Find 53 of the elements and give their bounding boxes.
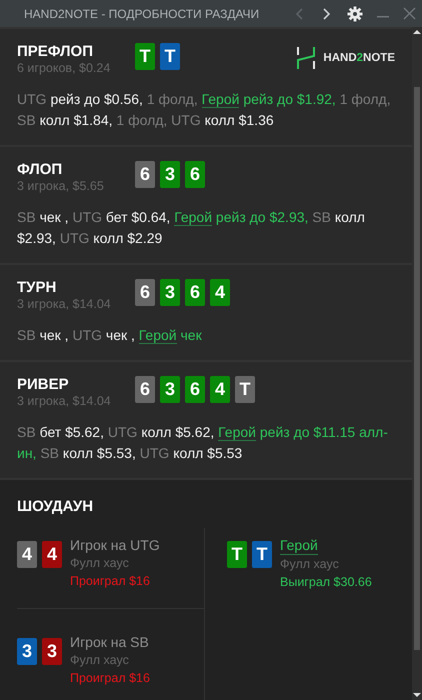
card: 4: [210, 279, 230, 306]
hand-rank: Фулл хаус: [70, 652, 130, 669]
card: 6: [185, 161, 205, 188]
card: 4: [17, 541, 37, 568]
action-text: UTG рейз до $0.56, 1 фолд, Герой рейз до $1.92, 1 фолд, SB колл $1.84, 1 фолд, UTG колл $1.36: [17, 90, 392, 130]
card: 4: [210, 376, 230, 403]
card: 6: [135, 161, 155, 188]
street-title: ПРЕФЛОП: [17, 43, 94, 61]
scroll-down-icon[interactable]: [413, 692, 421, 698]
card: 6: [135, 376, 155, 403]
card: T: [235, 376, 255, 403]
street-info: 3 игрока, $5.65: [17, 179, 105, 194]
street-info: 6 игроков, $0.24: [17, 61, 112, 76]
logo-text: HAND2NOTE: [323, 52, 395, 64]
scrollbar[interactable]: [412, 27, 422, 700]
hand-rank: Фулл хаус: [70, 555, 130, 572]
card: T: [252, 541, 272, 568]
result-text: Выиграл $30.66: [280, 574, 372, 591]
street-title: ТУРН: [17, 279, 58, 297]
hero-link[interactable]: Герой: [218, 424, 256, 441]
settings-icon[interactable]: [347, 6, 363, 22]
player-name: Игрок на UTG: [70, 536, 160, 554]
hero-link[interactable]: Герой: [138, 327, 177, 344]
card: T: [135, 43, 155, 70]
result-text: Проиграл $16: [70, 573, 151, 590]
card: 3: [160, 376, 180, 403]
card: 6: [135, 279, 155, 306]
hero-link[interactable]: Герой: [202, 91, 240, 108]
card: 3: [17, 638, 37, 665]
card: 3: [42, 638, 62, 665]
showdown-title: ШОУДАУН: [17, 498, 94, 516]
card: 3: [160, 279, 180, 306]
street-title: ФЛОП: [17, 161, 64, 179]
card: 6: [185, 376, 205, 403]
window-title: HAND2NOTE - ПОДРОБНОСТИ РАЗДАЧИ: [24, 6, 260, 20]
logo-icon: [297, 47, 316, 69]
hand-rank: Фулл хаус: [280, 556, 340, 573]
player-name: Игрок на SB: [70, 633, 149, 651]
card: 6: [185, 279, 205, 306]
action-text: SB чек , UTG бет $0.64, Герой рейз до $2.93, SB колл $2.93, UTG колл $2.29: [17, 208, 366, 248]
hero-link[interactable]: Герой: [280, 536, 318, 555]
action-text: SB чек , UTG чек , Герой чек: [17, 326, 203, 346]
street-title: РИВЕР: [17, 376, 70, 394]
hero-link[interactable]: Герой: [174, 209, 212, 226]
result-text: Проиграл $16: [70, 670, 150, 687]
card: 4: [42, 541, 62, 568]
street-info: 3 игрока, $14.04: [17, 297, 112, 312]
card: T: [227, 541, 247, 568]
scroll-up-icon[interactable]: [413, 29, 421, 35]
card: 3: [160, 161, 180, 188]
card: T: [160, 43, 180, 70]
action-text: SB бет $5.62, UTG колл $5.62, Герой рейз до $11.15 алл-ин, SB колл $5.53, UTG колл $5.53: [17, 423, 389, 463]
street-info: 3 игрока, $14.04: [17, 394, 112, 409]
